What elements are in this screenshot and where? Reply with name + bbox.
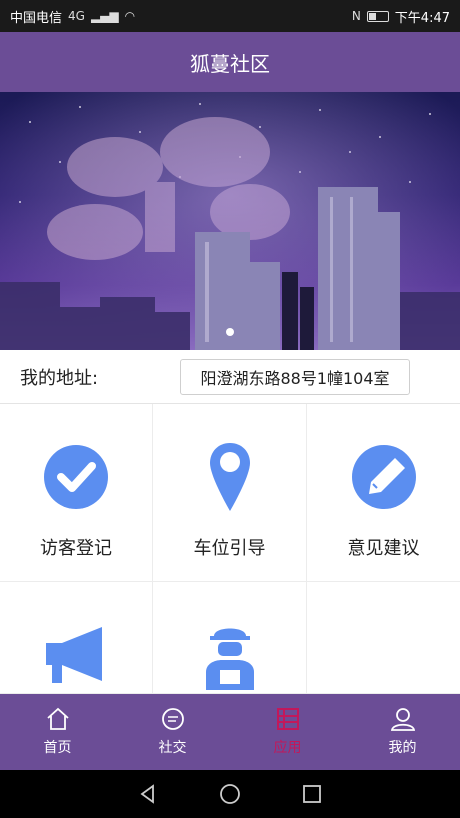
- tab-label: 社交: [158, 740, 187, 756]
- page-title: 狐蔓社区: [190, 51, 270, 76]
- carousel-indicator[interactable]: [226, 328, 234, 336]
- chat-icon: [161, 708, 184, 730]
- tab-profile[interactable]: 我的: [345, 694, 460, 770]
- service-label: 意见建议: [347, 538, 420, 559]
- tab-social[interactable]: 社交: [115, 694, 230, 770]
- tab-home[interactable]: 首页: [0, 694, 115, 770]
- location-pin-icon: [195, 442, 265, 512]
- service-label: 访客登记: [40, 538, 112, 559]
- nfc-icon: N: [351, 9, 361, 23]
- tab-apps[interactable]: 应用: [230, 694, 345, 770]
- signal-icon: ▂▄▆: [90, 9, 119, 23]
- address-field[interactable]: 阳澄湖东路88号1幢104室: [180, 358, 410, 395]
- network-type: 4G: [68, 9, 85, 23]
- service-grid: 访客登记 车位引导 意见建议: [0, 404, 460, 694]
- wifi-icon: ◠: [124, 9, 136, 23]
- address-label: 我的地址:: [20, 367, 99, 389]
- banner-image: [0, 92, 460, 350]
- tab-label: 首页: [43, 740, 72, 756]
- service-label: 车位引导: [193, 538, 266, 559]
- home-icon: [46, 707, 69, 730]
- service-maintenance[interactable]: [153, 582, 307, 694]
- megaphone-icon: [41, 620, 111, 690]
- service-empty: [307, 582, 460, 694]
- system-nav-bar: [0, 770, 460, 818]
- service-announcement[interactable]: [0, 582, 153, 694]
- clock: 下午4:47: [394, 10, 450, 26]
- tab-label: 应用: [273, 740, 302, 756]
- app-header: 狐蔓社区: [0, 32, 460, 92]
- apps-icon: [276, 708, 299, 730]
- pencil-circle-icon: [349, 442, 419, 512]
- tab-label: 我的: [388, 740, 417, 756]
- banner-carousel[interactable]: [0, 92, 460, 350]
- address-row: 我的地址: 阳澄湖东路88号1幢104室: [0, 350, 460, 404]
- user-icon: [390, 708, 415, 731]
- carrier-label: 中国电信: [10, 10, 63, 26]
- service-visitor-registration[interactable]: 访客登记: [0, 404, 153, 582]
- home-button-icon[interactable]: [219, 783, 241, 805]
- worker-icon: [195, 620, 265, 690]
- service-parking-guide[interactable]: 车位引导: [153, 404, 307, 582]
- battery-icon: [366, 10, 389, 22]
- service-feedback[interactable]: 意见建议: [307, 404, 460, 582]
- back-icon[interactable]: [137, 783, 159, 805]
- bottom-tab-bar: 首页 社交 应用 我的: [0, 694, 460, 770]
- check-circle-icon: [41, 442, 111, 512]
- address-value: 阳澄湖东路88号1幢104室: [200, 368, 390, 388]
- status-bar: 中国电信 4G ▂▄▆ ◠ N 下午4:47: [0, 0, 460, 32]
- recents-icon[interactable]: [301, 783, 323, 805]
